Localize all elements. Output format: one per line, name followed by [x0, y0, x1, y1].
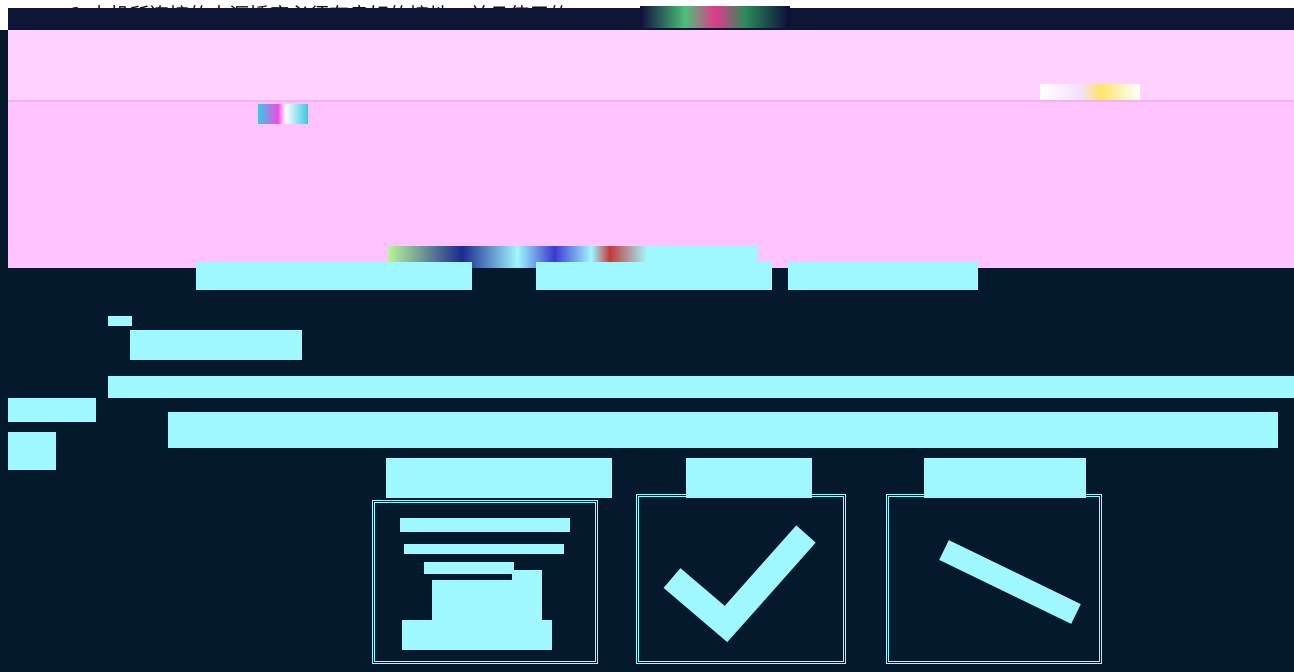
- bullet-mark: [108, 316, 132, 326]
- garbled-heading: [130, 330, 302, 360]
- garbled-run: [196, 262, 472, 290]
- noise-chip-right: [1040, 84, 1140, 100]
- figure-label-right: [924, 458, 1086, 498]
- figure-label-left: [386, 458, 612, 498]
- device-illustration: [400, 518, 570, 650]
- slash-illustration: [939, 540, 1081, 624]
- garbled-paragraph: [168, 412, 1278, 448]
- pink-band: [8, 100, 1294, 268]
- highlight-tab: [8, 398, 96, 422]
- noise-chip: [258, 104, 308, 124]
- garbled-fragment: [8, 432, 56, 470]
- figure-label-middle: [686, 458, 812, 498]
- noise-strip-top: [640, 6, 790, 28]
- highlight-bar: [108, 376, 1294, 398]
- garbled-run: [536, 262, 772, 290]
- garbled-run: [788, 262, 978, 290]
- pink-divider: [8, 100, 1294, 102]
- checkmark-illustration: [663, 525, 816, 643]
